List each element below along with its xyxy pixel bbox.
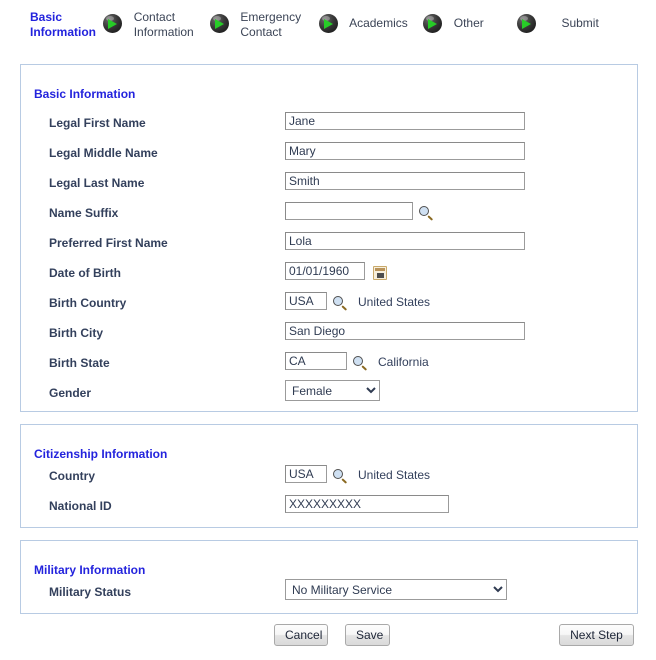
label-legal-last-name: Legal Last Name — [49, 176, 145, 190]
label-birth-country: Birth Country — [49, 296, 127, 310]
step-label: Academics — [349, 16, 408, 30]
save-button[interactable]: Save — [345, 624, 390, 646]
name-suffix-input[interactable] — [285, 202, 413, 220]
label-preferred-first-name: Preferred First Name — [49, 236, 168, 250]
birth-state-description: California — [378, 354, 429, 369]
step-navigation: Basic Information Contact Information Em… — [0, 0, 656, 56]
label-date-of-birth: Date of Birth — [49, 266, 121, 280]
cancel-button[interactable]: Cancel — [274, 624, 328, 646]
globe-arrow-icon — [423, 14, 443, 33]
field-row-national-id: National ID — [21, 495, 637, 529]
step-label: Emergency Contact — [240, 10, 302, 39]
calendar-icon[interactable] — [373, 265, 387, 280]
military-status-select[interactable]: No Military Service — [285, 579, 507, 600]
step-emergency-contact[interactable]: Emergency Contact — [240, 10, 308, 40]
birth-state-input[interactable] — [285, 352, 347, 370]
step-basic-information[interactable]: Basic Information — [30, 10, 96, 40]
label-birth-state: Birth State — [49, 356, 110, 370]
basic-information-panel: Basic Information Legal First Name Legal… — [20, 64, 638, 412]
step-label: Contact Information — [133, 10, 194, 39]
citizenship-country-input[interactable] — [285, 465, 327, 483]
step-other[interactable]: Other — [454, 16, 496, 31]
citizenship-information-panel: Citizenship Information Country United S… — [20, 424, 638, 528]
citizenship-country-description: United States — [358, 467, 431, 482]
label-citizenship-country: Country — [49, 469, 95, 483]
field-row-military-status: Military Status No Military Service — [21, 579, 637, 615]
globe-arrow-icon — [517, 14, 537, 33]
section-title-military: Military Information — [34, 563, 146, 577]
national-id-input[interactable] — [285, 495, 449, 513]
field-row-gender: Gender FemaleMale — [21, 380, 637, 416]
step-contact-information[interactable]: Contact Information — [134, 10, 200, 40]
birth-country-description: United States — [358, 294, 431, 309]
military-information-panel: Military Information Military Status No … — [20, 540, 638, 614]
search-icon[interactable] — [419, 206, 434, 222]
search-icon[interactable] — [333, 296, 348, 312]
label-gender: Gender — [49, 386, 92, 400]
legal-last-name-input[interactable] — [285, 172, 525, 190]
step-label: Submit — [561, 16, 599, 30]
step-label: Basic Information — [30, 10, 96, 39]
next-step-button[interactable]: Next Step — [559, 624, 634, 646]
birth-city-input[interactable] — [285, 322, 525, 340]
gender-select[interactable]: FemaleMale — [285, 380, 380, 401]
section-title-basic: Basic Information — [34, 87, 136, 101]
globe-arrow-icon — [103, 14, 123, 33]
step-label: Other — [453, 16, 484, 30]
label-national-id: National ID — [49, 499, 112, 513]
search-icon[interactable] — [333, 469, 348, 485]
label-legal-middle-name: Legal Middle Name — [49, 146, 158, 160]
label-name-suffix: Name Suffix — [49, 206, 119, 220]
birth-country-input[interactable] — [285, 292, 327, 310]
section-title-citizenship: Citizenship Information — [34, 447, 168, 461]
label-military-status: Military Status — [49, 585, 132, 599]
search-icon[interactable] — [353, 356, 368, 372]
step-academics[interactable]: Academics — [349, 16, 413, 31]
legal-middle-name-input[interactable] — [285, 142, 525, 160]
label-legal-first-name: Legal First Name — [49, 116, 146, 130]
preferred-first-name-input[interactable] — [285, 232, 525, 250]
label-birth-city: Birth City — [49, 326, 103, 340]
legal-first-name-input[interactable] — [285, 112, 525, 130]
globe-arrow-icon — [318, 14, 339, 33]
step-submit[interactable]: Submit — [561, 16, 611, 31]
date-of-birth-input[interactable] — [285, 262, 365, 280]
globe-arrow-icon — [210, 14, 230, 33]
